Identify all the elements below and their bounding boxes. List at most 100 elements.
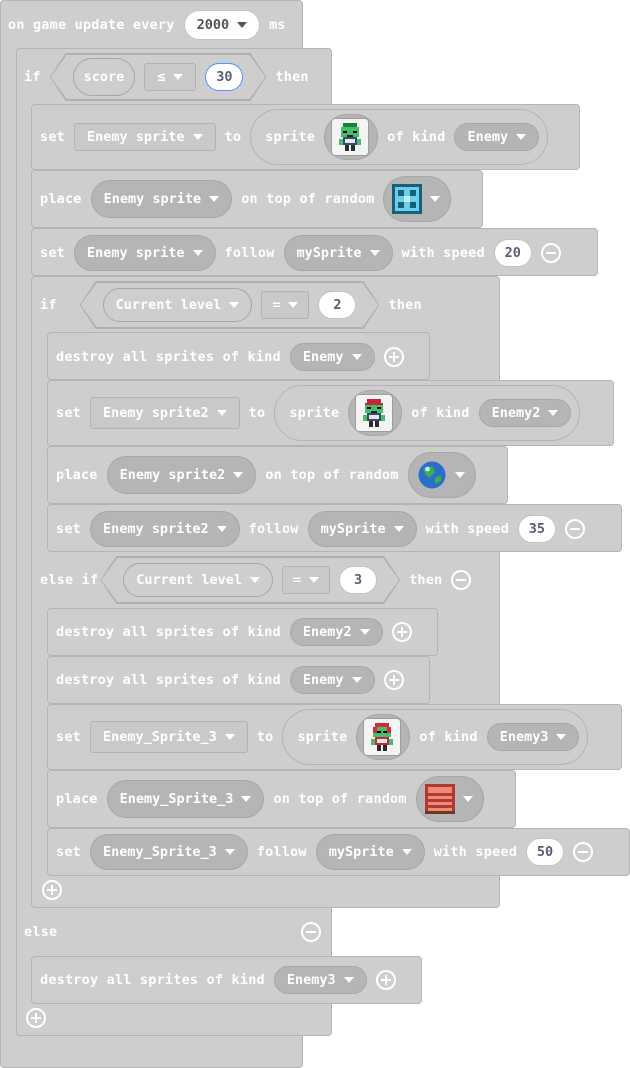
tile-picker[interactable]: [407, 452, 476, 498]
enemy-sprite2-dropdown[interactable]: Enemy sprite2: [106, 456, 257, 494]
remove-circle-icon[interactable]: [540, 243, 561, 263]
tile-picker[interactable]: [383, 176, 452, 222]
level3-condition[interactable]: Current level = 3: [101, 558, 399, 602]
dropdown-arrow-icon: [216, 526, 227, 532]
if-level2-row: if Current level = 2 then: [40, 290, 431, 320]
else-remove-button[interactable]: [301, 922, 321, 946]
score-threshold-input[interactable]: 30: [205, 63, 243, 91]
dropdown-arrow-icon: [430, 196, 441, 202]
remove-circle-icon[interactable]: [573, 842, 594, 862]
var-label: Enemy_Sprite_3: [102, 729, 217, 745]
dropdown-arrow-icon: [548, 410, 559, 416]
kind-label: Enemy2: [491, 405, 541, 421]
then-keyword: then: [388, 297, 422, 313]
sprite-image-picker[interactable]: [324, 114, 379, 160]
enemy-sprite-dropdown[interactable]: Enemy sprite: [90, 180, 233, 218]
remove-circle-icon[interactable]: [451, 570, 472, 590]
sprite-keyword: sprite: [297, 729, 348, 745]
with-speed-keyword: with speed: [425, 521, 509, 537]
kind-dropdown[interactable]: Enemy2: [289, 618, 383, 646]
level-value-input[interactable]: 3: [339, 566, 377, 594]
speed-input[interactable]: 20: [493, 239, 532, 267]
kind-dropdown[interactable]: Enemy: [289, 666, 375, 694]
set-keyword: set: [56, 729, 81, 745]
score-condition[interactable]: score ≤ 30: [51, 55, 266, 99]
kind-dropdown[interactable]: Enemy: [454, 123, 540, 151]
then-keyword: then: [409, 572, 443, 588]
follower-dropdown[interactable]: Enemy sprite2: [89, 511, 240, 547]
sprite-of-kind-expression[interactable]: sprite of kind Enemy: [250, 109, 549, 165]
set-enemy-sprite3-row: set Enemy_Sprite_3 to sprite of kind Ene…: [56, 709, 597, 765]
current-level-dropdown[interactable]: Current level: [103, 288, 253, 322]
interval-dropdown[interactable]: 2000: [183, 10, 261, 40]
var-label: Enemy sprite: [86, 245, 185, 261]
dropdown-arrow-icon: [343, 977, 354, 983]
then-keyword: then: [275, 69, 309, 85]
var-label: Enemy sprite: [86, 129, 185, 145]
remove-circle-icon[interactable]: [301, 922, 321, 942]
target-dropdown[interactable]: mySprite: [283, 235, 393, 271]
kind-dropdown[interactable]: Enemy: [289, 343, 375, 371]
set-keyword: set: [56, 844, 81, 860]
set-follow-row: set Enemy sprite follow mySprite with sp…: [40, 235, 561, 271]
destroy-enemy3-row: destroy all sprites of kind Enemy3: [40, 965, 396, 995]
dropdown-arrow-icon: [288, 302, 298, 308]
dropdown-arrow-icon: [351, 354, 362, 360]
dropdown-arrow-icon: [224, 734, 235, 740]
kind-dropdown[interactable]: Enemy3: [486, 723, 580, 751]
tile-picker[interactable]: [415, 776, 484, 822]
enemy-sprite-var-dropdown[interactable]: Enemy sprite: [73, 123, 216, 151]
score-variable[interactable]: score: [73, 58, 136, 96]
add-circle-icon[interactable]: [383, 347, 404, 367]
level2-condition[interactable]: Current level = 2: [81, 283, 379, 327]
target-dropdown[interactable]: mySprite: [315, 834, 425, 870]
sprite-keyword: sprite: [265, 129, 316, 145]
enemy-sprite3-var-dropdown[interactable]: Enemy_Sprite_3: [89, 721, 248, 753]
operator-dropdown[interactable]: ≤: [144, 63, 196, 91]
to-keyword: to: [256, 729, 274, 745]
set-follow-2-row: set Enemy sprite2 follow mySprite with s…: [56, 511, 585, 547]
add-circle-icon[interactable]: [391, 622, 412, 642]
speed-input[interactable]: 50: [526, 838, 565, 866]
else-row: else: [24, 917, 324, 947]
follower-dropdown[interactable]: Enemy sprite: [73, 235, 216, 271]
if-score-row: if score ≤ 30 then: [24, 62, 318, 92]
condition-border: score ≤ 30: [50, 53, 267, 101]
remove-circle-icon[interactable]: [564, 519, 585, 539]
sprite-keyword: sprite: [289, 405, 340, 421]
sprite-image-picker[interactable]: [348, 390, 403, 436]
with-speed-keyword: with speed: [401, 245, 485, 261]
target-dropdown[interactable]: mySprite: [307, 511, 417, 547]
enemy-sprite3-dropdown[interactable]: Enemy_Sprite_3: [106, 780, 265, 818]
var-label: Current level: [115, 297, 222, 313]
speed-input[interactable]: 35: [517, 515, 556, 543]
kind-dropdown[interactable]: Enemy3: [273, 966, 367, 994]
chest-tile-icon: [424, 784, 455, 814]
kind-dropdown[interactable]: Enemy2: [478, 399, 572, 427]
level-value-input[interactable]: 2: [318, 291, 356, 319]
sprite-of-kind-expression[interactable]: sprite of kind Enemy3: [282, 709, 589, 765]
follower-dropdown[interactable]: Enemy_Sprite_3: [89, 834, 248, 870]
sprite-image-picker[interactable]: [356, 714, 411, 760]
dropdown-arrow-icon: [359, 629, 370, 635]
inner-if-add-button[interactable]: [42, 880, 62, 904]
else-keyword: else: [24, 924, 58, 940]
operator-dropdown[interactable]: =: [261, 291, 309, 319]
of-kind-keyword: of kind: [411, 405, 470, 421]
dropdown-arrow-icon: [401, 849, 412, 855]
operator-dropdown[interactable]: =: [282, 566, 330, 594]
sprite-of-kind-expression[interactable]: sprite of kind Enemy2: [274, 385, 581, 441]
var-label: Enemy sprite2: [102, 405, 209, 421]
add-circle-icon[interactable]: [26, 1008, 46, 1028]
event-header: on game update every 2000 ms: [8, 10, 295, 40]
add-circle-icon[interactable]: [42, 880, 62, 900]
current-level-dropdown[interactable]: Current level: [123, 563, 273, 597]
dropdown-arrow-icon: [556, 734, 567, 740]
add-circle-icon[interactable]: [383, 670, 404, 690]
dropdown-arrow-icon: [462, 796, 473, 802]
enemy-sprite2-var-dropdown[interactable]: Enemy sprite2: [89, 397, 240, 429]
destroy-keyword: destroy all sprites of kind: [56, 349, 281, 365]
outer-if-add-button[interactable]: [26, 1008, 46, 1032]
add-circle-icon[interactable]: [375, 970, 396, 990]
place-keyword: place: [56, 791, 98, 807]
